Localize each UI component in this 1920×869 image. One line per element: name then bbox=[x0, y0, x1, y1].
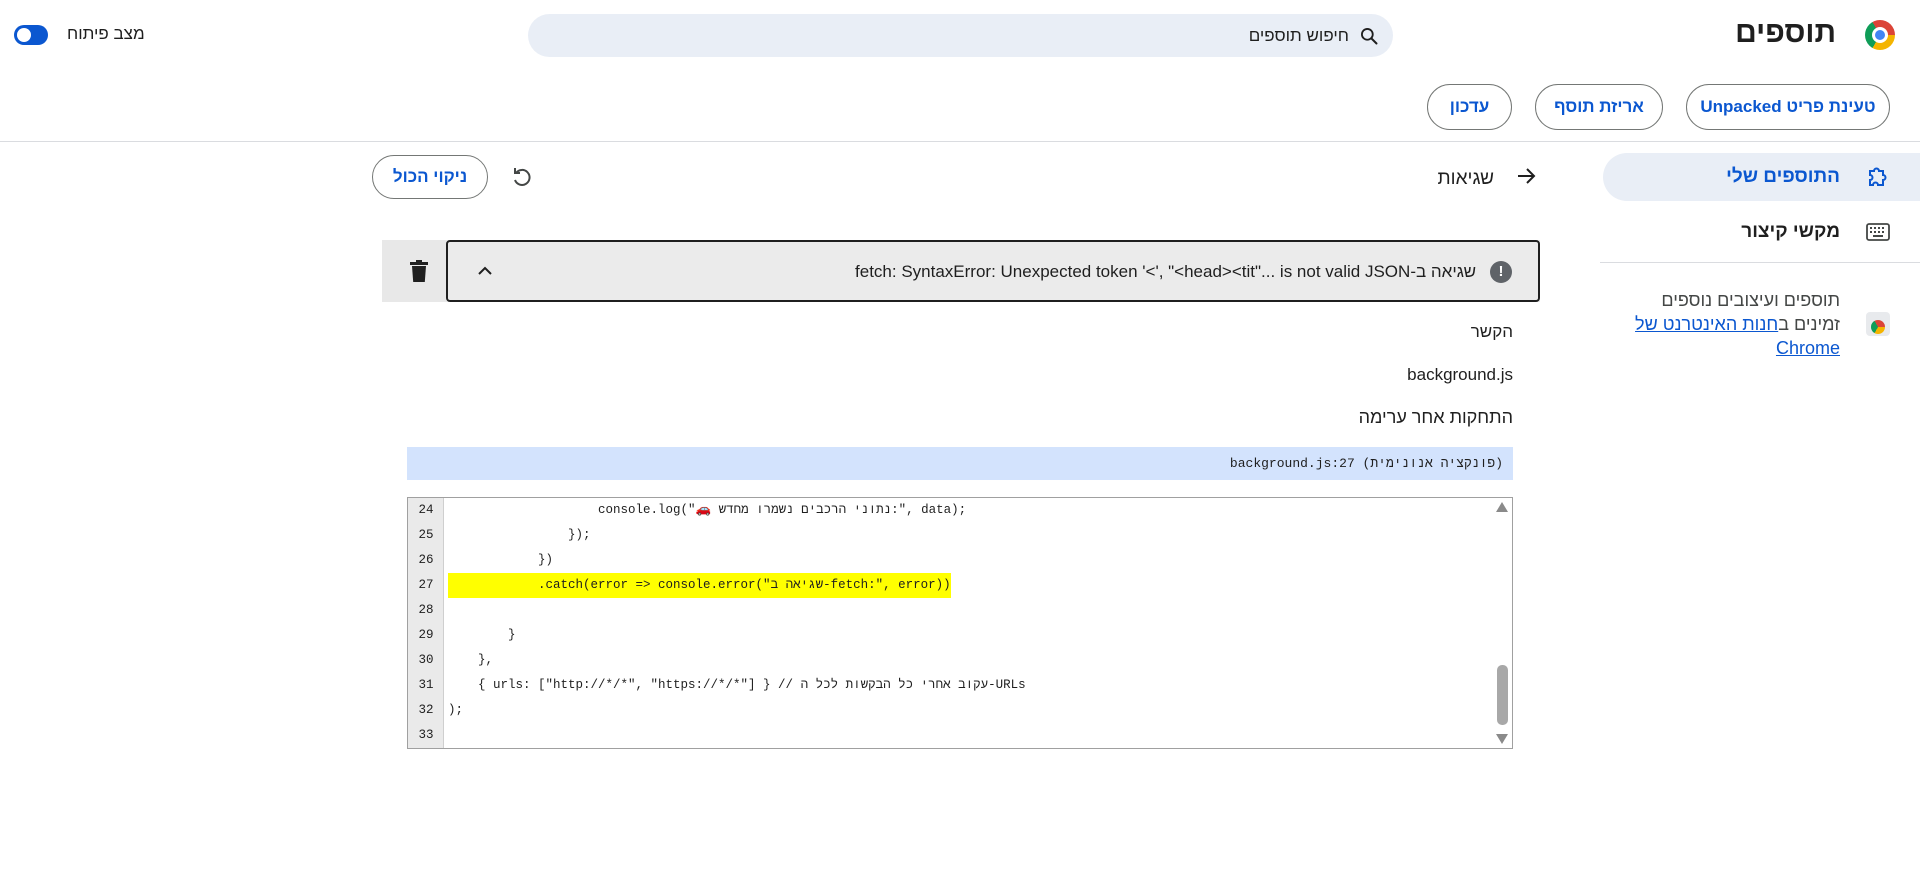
code-line: ); bbox=[448, 703, 464, 717]
context-value: background.js bbox=[1407, 365, 1513, 384]
line-number: 30 bbox=[418, 653, 434, 667]
errors-title: שגיאות bbox=[1437, 168, 1494, 189]
line-number-gutter: 24 25 26 27 28 29 30 31 32 33 bbox=[408, 498, 444, 748]
puzzle-icon bbox=[1869, 167, 1887, 186]
page-title: תוספים bbox=[1735, 16, 1836, 49]
header: תוספים מצב פיתוח bbox=[0, 0, 1920, 70]
stack-trace-heading: התחקות אחר ערימה bbox=[1358, 407, 1513, 427]
code-viewer[interactable]: 24 25 26 27 28 29 30 31 32 33 console.log("🚗 נתונ… bbox=[407, 497, 1513, 749]
sidebar-divider bbox=[1600, 262, 1920, 263]
dev-mode-label: מצב פיתוח bbox=[67, 24, 145, 43]
scroll-up-arrow-icon[interactable] bbox=[1496, 502, 1508, 512]
stack-frame-text: background.js:27 (פונקציה אנונימית) bbox=[1229, 456, 1503, 471]
line-number: 27 bbox=[418, 578, 434, 592]
search-input[interactable] bbox=[569, 14, 1349, 57]
sidebar-item-my-extensions[interactable]: התוספים שלי bbox=[1603, 153, 1920, 201]
code-line: }, bbox=[448, 653, 494, 667]
line-number: 32 bbox=[418, 703, 434, 717]
error-item[interactable]: ! שגיאה ב-fetch: SyntaxError: Unexpected… bbox=[446, 240, 1540, 302]
pack-extension-button[interactable]: אריזת תוסף bbox=[1535, 84, 1663, 130]
error-row: ! שגיאה ב-fetch: SyntaxError: Unexpected… bbox=[382, 240, 1540, 302]
update-button[interactable]: עדכון bbox=[1427, 84, 1512, 130]
line-number: 25 bbox=[418, 528, 434, 542]
line-number: 26 bbox=[418, 553, 434, 567]
scrollbar-thumb[interactable] bbox=[1497, 665, 1508, 725]
sidebar-item-keyboard-shortcuts[interactable]: מקשי קיצור bbox=[1603, 208, 1920, 256]
chevron-up-icon[interactable] bbox=[474, 260, 496, 282]
context-heading: הקשר bbox=[1470, 322, 1513, 341]
stack-frame[interactable]: background.js:27 (פונקציה אנונימית) bbox=[407, 447, 1513, 480]
line-number: 31 bbox=[418, 678, 434, 692]
toolbar: טעינת פריט Unpacked אריזת תוסף עדכון bbox=[0, 84, 1920, 132]
search-icon[interactable] bbox=[1359, 26, 1379, 46]
error-message: שגיאה ב-fetch: SyntaxError: Unexpected t… bbox=[855, 262, 1476, 281]
sidebar-item-label: מקשי קיצור bbox=[1741, 221, 1840, 242]
trash-icon[interactable] bbox=[410, 260, 428, 282]
search-box[interactable] bbox=[528, 14, 1393, 57]
clear-all-button[interactable]: ניקוי הכול bbox=[372, 155, 488, 199]
line-number: 24 bbox=[418, 503, 434, 517]
web-store-icon bbox=[1866, 312, 1890, 336]
sidebar: התוספים שלי מקשי קיצור תוספים ועיצובים נ… bbox=[1600, 142, 1920, 869]
code-line: console.log("🚗 נתוני הרכבים נשמרו מחדש:"… bbox=[448, 503, 967, 517]
code-line: }) bbox=[448, 553, 554, 567]
line-number: 28 bbox=[418, 603, 434, 617]
code-line: } bbox=[448, 628, 516, 642]
web-store-text: תוספים ועיצובים נוספים זמינים בחנות האינ… bbox=[1620, 288, 1840, 360]
line-number: 29 bbox=[418, 628, 434, 642]
scroll-down-arrow-icon[interactable] bbox=[1496, 734, 1508, 744]
back-arrow-icon[interactable] bbox=[1514, 164, 1538, 188]
line-number: 33 bbox=[418, 728, 434, 742]
highlighted-code-line: .catch(error => console.error("שגיאה ב-f… bbox=[448, 573, 951, 598]
dev-mode-toggle[interactable] bbox=[14, 25, 48, 45]
code-line: { urls: ["http://*/*", "https://*/*"] } … bbox=[448, 678, 1026, 692]
keyboard-icon bbox=[1866, 223, 1890, 241]
code-line: }); bbox=[448, 528, 591, 542]
sidebar-item-label: התוספים שלי bbox=[1726, 166, 1840, 187]
chrome-logo-icon bbox=[1865, 20, 1895, 50]
reload-icon[interactable] bbox=[510, 165, 534, 189]
load-unpacked-button[interactable]: טעינת פריט Unpacked bbox=[1686, 84, 1890, 130]
error-icon: ! bbox=[1490, 261, 1512, 283]
